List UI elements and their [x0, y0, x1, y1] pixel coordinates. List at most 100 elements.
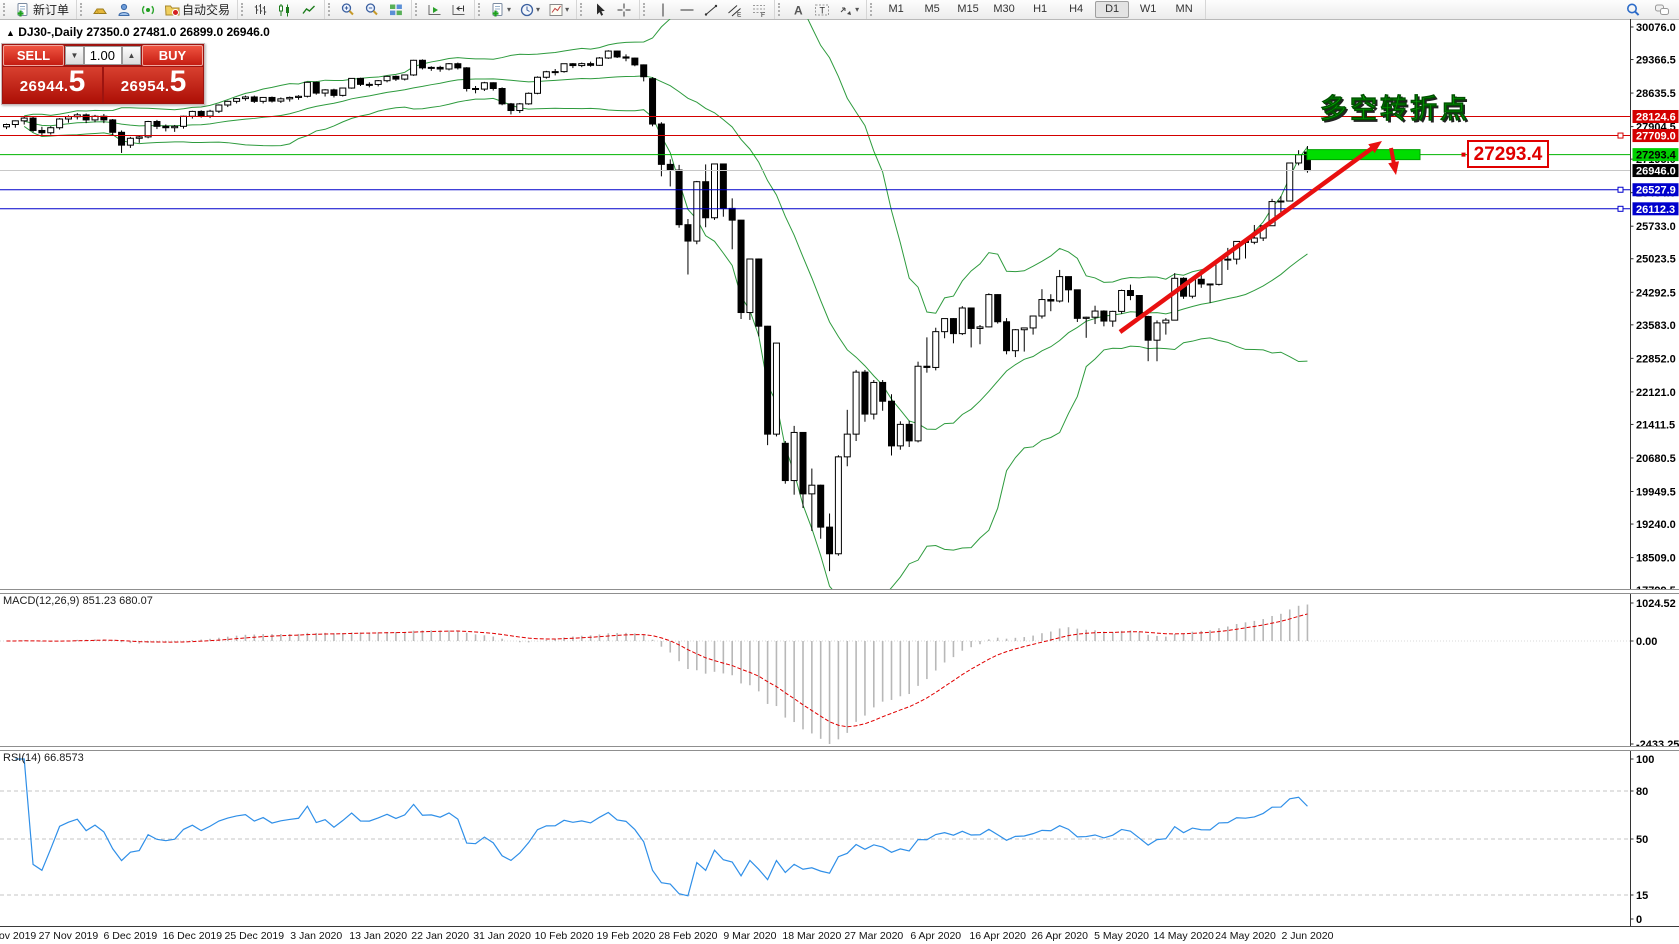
- bollinger-band-lower[interactable]: [23, 97, 1308, 592]
- toolbar-grip[interactable]: [80, 3, 86, 16]
- dropdown-caret-icon[interactable]: ▾: [536, 5, 540, 14]
- tile-icon: [390, 4, 402, 15]
- fibo-icon: F: [753, 4, 766, 18]
- clock-icon: [520, 3, 534, 16]
- toolbar-grip[interactable]: [478, 3, 484, 16]
- turning-point-annotation[interactable]: 多空转折点: [1320, 93, 1470, 125]
- toolbar-cursor-button[interactable]: [589, 0, 611, 19]
- toolbar-grip[interactable]: [580, 3, 586, 16]
- toolbar-crosshair-button[interactable]: [613, 0, 635, 19]
- toolbar-text-label-button[interactable]: T: [811, 0, 833, 19]
- person-icon: [118, 3, 130, 16]
- volume-input[interactable]: 1.00: [84, 46, 122, 65]
- toolbar-chart-shift-button[interactable]: [448, 0, 470, 19]
- price-tick-label: 24292.5: [1636, 287, 1676, 299]
- toolbar-chart-candles-button[interactable]: [274, 0, 296, 19]
- macd-panel[interactable]: 1024.520.00-2433.25: [0, 592, 1679, 748]
- date-axis: 18 Nov 201927 Nov 2019 6 Dec 2019 16 Dec 2…: [0, 926, 1679, 944]
- volume-down-button[interactable]: ▼: [65, 46, 84, 65]
- toolbar-zoom-out-button[interactable]: [361, 0, 383, 19]
- panel-splitter[interactable]: [0, 589, 1679, 594]
- shapes-icon: [840, 7, 852, 15]
- toolbar-grip[interactable]: [415, 3, 421, 16]
- main-price-chart[interactable]: 30076.029366.528635.527904.527195.026464…: [0, 19, 1679, 592]
- bollinger-band-middle[interactable]: [24, 75, 1308, 430]
- timeframe-D1-button[interactable]: D1: [1095, 1, 1130, 18]
- toolbar-grip[interactable]: [778, 3, 784, 16]
- volume-up-button[interactable]: ▲: [122, 46, 141, 65]
- toolbar-signals-button[interactable]: [137, 0, 159, 19]
- price-tick-label: 20680.5: [1636, 453, 1676, 465]
- timeframe-MN-button[interactable]: MN: [1167, 1, 1201, 18]
- sell-price[interactable]: 26944. 5: [3, 67, 102, 103]
- toolbar-tile-windows-button[interactable]: [385, 0, 407, 19]
- timeframe-M1-button[interactable]: M1: [879, 1, 913, 18]
- toolbar-new-order-button[interactable]: 新订单: [12, 0, 72, 19]
- template-icon: [549, 3, 563, 16]
- sell-button[interactable]: SELL: [3, 45, 64, 66]
- toolbar-chart-bars-button[interactable]: [250, 0, 272, 19]
- bollinger-band-upper[interactable]: [24, 19, 1308, 314]
- sell-price-main: 26944.: [19, 78, 69, 95]
- toolbar-grip[interactable]: [870, 3, 876, 16]
- toolbar-new-chart-button[interactable]: ▾: [487, 0, 514, 19]
- toolbar-grip[interactable]: [328, 3, 334, 16]
- macd-scale-label: 1024.52: [1636, 598, 1676, 610]
- panel-splitter[interactable]: [0, 746, 1679, 751]
- toolbar-zoom-in-button[interactable]: [337, 0, 359, 19]
- price-tick-label: 28635.5: [1636, 88, 1676, 100]
- rsi-indicator-label: RSI(14) 66.8573: [3, 752, 84, 764]
- timeframe-H4-button[interactable]: H4: [1059, 1, 1093, 18]
- rsi-panel[interactable]: 100 80 50 15 0: [0, 749, 1679, 926]
- buy-price-big-digit: 5: [169, 65, 187, 98]
- toolbar-community-button[interactable]: [113, 0, 135, 19]
- toolbar-group: [577, 0, 641, 19]
- toolbar-chat-button[interactable]: [1651, 0, 1673, 19]
- toolbar-templates-button[interactable]: ▾: [545, 0, 572, 19]
- toolbar-chart-line-button[interactable]: [298, 0, 320, 19]
- toolbar-grip[interactable]: [3, 3, 9, 16]
- toolbar-autotrading-label: 自动交易: [182, 3, 231, 17]
- price-tick-label: 19240.0: [1636, 519, 1676, 531]
- toolbar-arrows-button[interactable]: ▾: [835, 0, 862, 19]
- toolbar-quotes-button[interactable]: [89, 0, 111, 19]
- svg-text:F: F: [761, 12, 765, 18]
- toolbar-grip[interactable]: [241, 3, 247, 16]
- toolbar-auto-scroll-button[interactable]: [424, 0, 446, 19]
- new-order-icon: [17, 2, 28, 16]
- toolbar-grip[interactable]: [643, 3, 649, 16]
- toolbar-vertical-line-button[interactable]: [652, 0, 674, 19]
- price-tick-label: 30076.0: [1636, 22, 1676, 34]
- buy-button[interactable]: BUY: [142, 45, 203, 66]
- dropdown-caret-icon[interactable]: ▾: [507, 5, 511, 14]
- toolbar-autotrading-button[interactable]: 自动交易: [161, 0, 233, 19]
- timeframe-W1-button[interactable]: W1: [1131, 1, 1165, 18]
- rsi-scale-label: 50: [1636, 834, 1648, 846]
- macd-indicator-label: MACD(12,26,9) 851.23 680.07: [3, 595, 153, 607]
- toolbar-equidistant-channel-button[interactable]: E: [724, 0, 746, 19]
- dropdown-caret-icon[interactable]: ▾: [855, 5, 859, 14]
- timeframe-group: M1 M5 M15 M30 H1 H4 D1 W1 MN: [867, 0, 1207, 19]
- toolbar-trendline-button[interactable]: [700, 0, 722, 19]
- timeframe-M5-button[interactable]: M5: [915, 1, 949, 18]
- date-label: 25 Dec 2019: [224, 930, 285, 942]
- date-label: 5 May 2020: [1094, 930, 1150, 942]
- date-label: 19 Feb 2020: [596, 930, 656, 942]
- timeframe-M30-button[interactable]: M30: [987, 1, 1021, 18]
- dropdown-caret-icon[interactable]: ▾: [565, 5, 569, 14]
- vline-icon: [662, 3, 664, 16]
- one-click-collapse-icon[interactable]: ▲: [6, 28, 15, 38]
- toolbar-search-button[interactable]: [1622, 0, 1644, 19]
- toolbar-text-button[interactable]: A: [787, 0, 809, 19]
- trend-arrow[interactable]: [1118, 144, 1377, 334]
- toolbar-periods-button[interactable]: ▾: [516, 0, 543, 19]
- price-tick-label: 25733.0: [1636, 221, 1676, 233]
- toolbar-horizontal-line-button[interactable]: [676, 0, 698, 19]
- toolbar-fibonacci-button[interactable]: F: [748, 0, 770, 19]
- chart-candles-icon: [279, 3, 290, 16]
- timeframe-M15-button[interactable]: M15: [951, 1, 985, 18]
- buy-price[interactable]: 26954. 5: [104, 67, 203, 103]
- timeframe-H1-button[interactable]: H1: [1023, 1, 1057, 18]
- price-tick-label: 25023.5: [1636, 254, 1676, 266]
- symbol-name: DJ30-,Daily: [18, 25, 83, 39]
